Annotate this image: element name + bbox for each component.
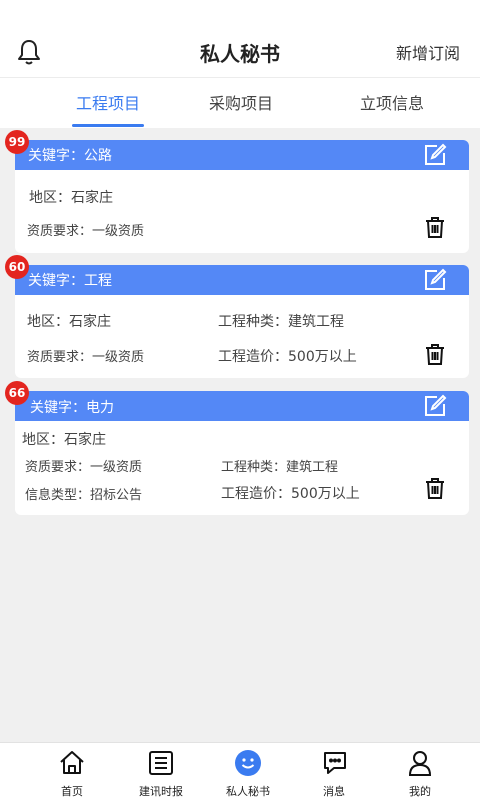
edit-icon[interactable] [423, 268, 447, 292]
card-category: 工程种类：建筑工程 [218, 314, 344, 330]
card-header: 关键字：工程 [15, 265, 469, 295]
card-cost: 工程造价：500万以上 [221, 486, 360, 502]
tab-bar: 工程项目 采购项目 立项信息 [0, 78, 480, 128]
card-header: 关键字：电力 [15, 391, 469, 421]
card-keyword: 关键字：公路 [28, 148, 112, 164]
nav-home[interactable]: 首页 [24, 743, 120, 800]
tab-project-approval-info[interactable]: 立项信息 [360, 90, 424, 114]
trash-icon[interactable] [424, 477, 446, 499]
subscription-card[interactable]: 关键字：电力 66 地区：石家庄 资质要求：一级资质 工程种类：建筑工程 信息类… [5, 381, 469, 515]
nav-profile[interactable]: 我的 [372, 743, 468, 800]
nav-label: 首页 [61, 785, 83, 798]
top-bar: 私人秘书 新增订阅 [0, 0, 480, 78]
active-tab-indicator [72, 124, 144, 127]
card-keyword: 关键字：电力 [30, 400, 114, 416]
subscription-card[interactable]: 关键字：公路 99 地区：石家庄 资质要求：一级资质 [5, 130, 469, 253]
nav-news[interactable]: 建讯时报 [113, 743, 209, 800]
newspaper-icon [149, 751, 173, 775]
nav-secretary[interactable]: 私人秘书 [200, 743, 296, 800]
card-keyword: 关键字：工程 [28, 273, 112, 289]
nav-messages[interactable]: 消息 [286, 743, 382, 800]
card-qualification: 资质要求：一级资质 [25, 460, 143, 475]
count-badge: 66 [5, 381, 29, 405]
nav-label: 消息 [323, 785, 345, 798]
card-category: 工程种类：建筑工程 [221, 460, 339, 475]
home-icon [60, 751, 84, 774]
subscription-card[interactable]: 关键字：工程 60 地区：石家庄 工程种类：建筑工程 资质要求：一级资质 工程造… [5, 255, 469, 378]
trash-icon[interactable] [424, 216, 446, 238]
user-icon [408, 751, 432, 776]
nav-label: 私人秘书 [226, 785, 270, 798]
tab-procurement-projects[interactable]: 采购项目 [209, 90, 273, 114]
count-badge: 60 [5, 255, 29, 279]
new-subscription-button[interactable]: 新增订阅 [396, 40, 460, 64]
card-cost: 工程造价：500万以上 [218, 349, 357, 365]
tab-engineering-projects[interactable]: 工程项目 [76, 90, 140, 114]
count-badge: 99 [5, 130, 29, 154]
nav-label: 我的 [409, 785, 431, 798]
card-region: 地区：石家庄 [22, 432, 106, 448]
card-qualification: 资质要求：一级资质 [27, 350, 145, 365]
card-header: 关键字：公路 [15, 140, 469, 170]
trash-icon[interactable] [424, 343, 446, 365]
message-icon [324, 752, 346, 774]
card-qualification: 资质要求：一级资质 [27, 224, 145, 239]
edit-icon[interactable] [423, 394, 447, 418]
edit-icon[interactable] [423, 143, 447, 167]
nav-label: 建讯时报 [139, 785, 183, 798]
bottom-nav: 首页 建讯时报 私人秘书 消息 我的 [0, 742, 480, 800]
card-info-type: 信息类型：招标公告 [25, 488, 143, 503]
smile-icon [235, 750, 261, 776]
card-region: 地区：石家庄 [29, 190, 113, 206]
card-region: 地区：石家庄 [27, 314, 111, 330]
